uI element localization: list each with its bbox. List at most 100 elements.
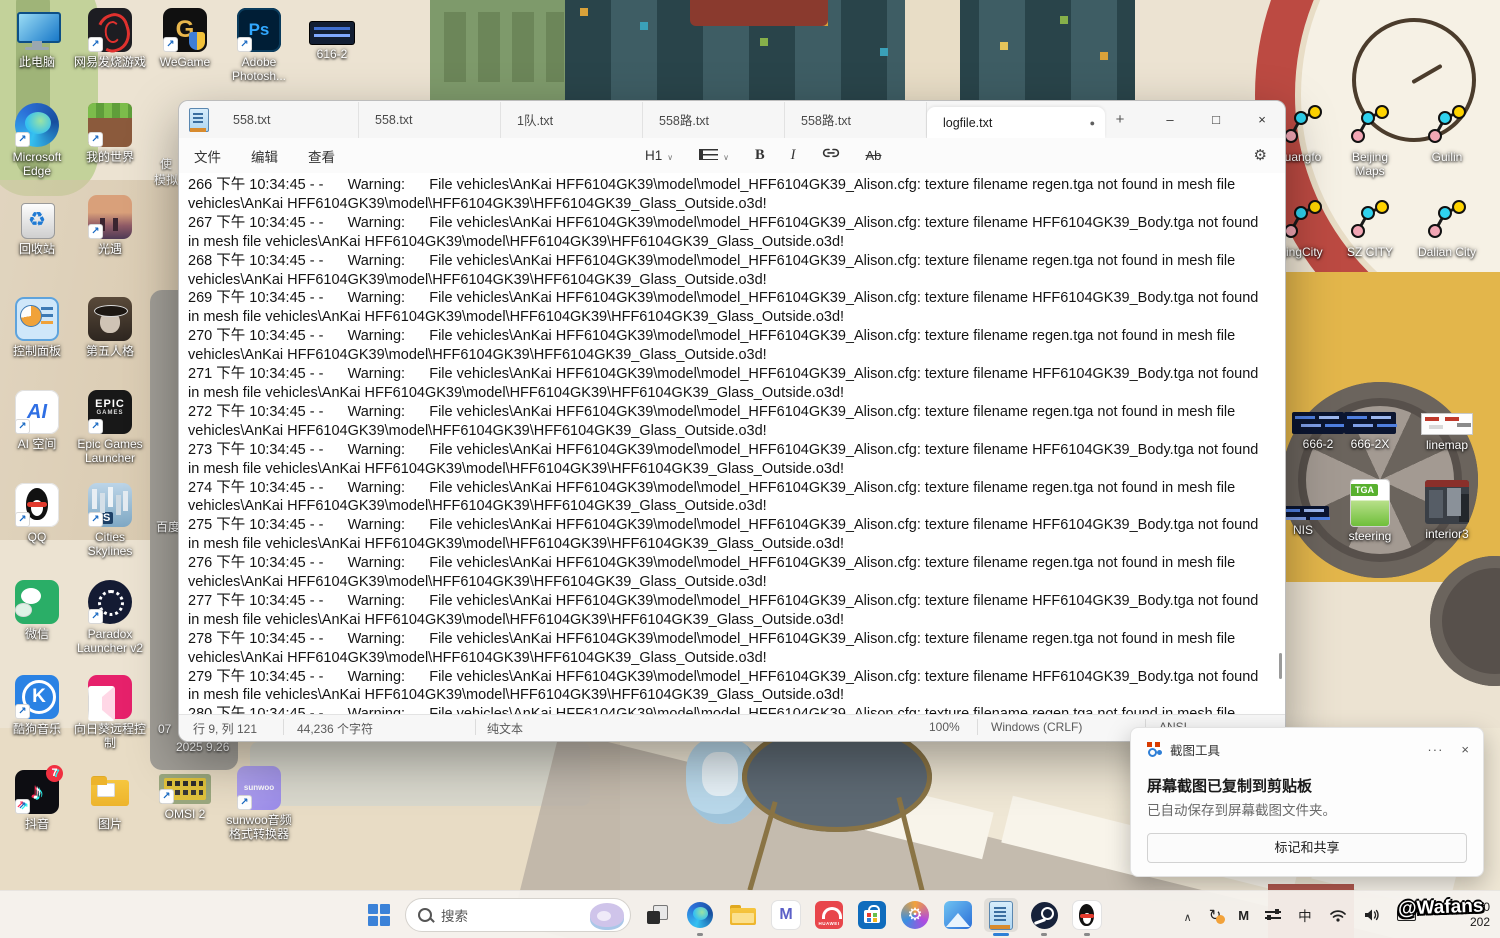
taskbar-edge[interactable] — [683, 898, 717, 932]
start-button[interactable] — [362, 898, 396, 932]
wallpaper-shelf — [430, 0, 580, 100]
taskbar-m-app[interactable]: M — [769, 898, 803, 932]
wallpaper-panel — [250, 742, 590, 806]
desktop-icon-interior3[interactable]: interior3 — [1412, 480, 1482, 541]
desktop-icon-netease-games[interactable]: 网易发烧游戏 — [73, 8, 147, 69]
desktop-icon-identity-v[interactable]: 第五人格 — [73, 297, 147, 358]
desktop: 此电脑 网易发烧游戏 G WeGame Ps AdobePhotosh... 6… — [0, 0, 1500, 938]
chevron-down-icon: ∨ — [723, 153, 729, 162]
log-entry: 279 下午 10:34:45 - - Warning: File vehicl… — [188, 668, 1273, 706]
link-button[interactable] — [822, 146, 840, 165]
taskbar-qq[interactable] — [1070, 898, 1104, 932]
menu-view[interactable]: 查看 — [293, 146, 350, 166]
recycle-bin-icon: ♻ — [15, 195, 59, 239]
bold-button[interactable]: B — [755, 147, 765, 164]
task-view-button[interactable] — [640, 898, 674, 932]
search-box[interactable]: 搜索 — [405, 898, 631, 932]
menu-file[interactable]: 文件 — [179, 146, 236, 166]
sky-game-icon — [88, 195, 132, 239]
maximize-button[interactable]: □ — [1193, 101, 1239, 138]
desktop-icon-guilin[interactable]: Guilin — [1412, 103, 1482, 164]
desktop-icon-douyin[interactable]: ♪7 抖音 — [0, 770, 74, 831]
task-view-icon — [647, 905, 667, 925]
gear-icon: ⚙ — [901, 901, 929, 929]
heading-dropdown[interactable]: H1∨ — [645, 148, 673, 163]
store-bag-icon — [858, 901, 886, 929]
desktop-icon-kugou[interactable]: 酷狗音乐 — [0, 675, 74, 736]
log-text[interactable]: 266 下午 10:34:45 - - Warning: File vehicl… — [179, 173, 1285, 714]
snipping-tool-toast[interactable]: 截图工具 ··· × 屏幕截图已复制到剪贴板 已自动保存到屏幕截图文件夹。 标记… — [1130, 727, 1484, 877]
scrollbar-thumb[interactable] — [1279, 653, 1282, 679]
desktop-icon-ai-space[interactable]: AI AI 空间 — [0, 390, 74, 451]
huawei-icon: HUAWEI — [815, 901, 843, 929]
status-eol[interactable]: Windows (CRLF) — [991, 720, 1082, 734]
desktop-icon-pictures[interactable]: 图片 — [73, 770, 147, 831]
taskbar-notepad-active[interactable] — [984, 898, 1018, 932]
close-button[interactable]: × — [1239, 101, 1285, 138]
desktop-icon-this-pc[interactable]: 此电脑 — [0, 8, 74, 69]
tab-558-2[interactable]: 558.txt — [359, 102, 501, 138]
taskbar-ms-store[interactable] — [855, 898, 889, 932]
tray-sliders-icon[interactable] — [1265, 909, 1281, 921]
new-tab-button[interactable]: + — [1105, 111, 1135, 128]
desktop-icon-minecraft[interactable]: 我的世界 — [73, 103, 147, 164]
desktop-icon-linemap[interactable]: linemap — [1412, 398, 1482, 452]
desktop-icon-cities-skylines[interactable]: CS CitiesSkylines — [73, 483, 147, 558]
tab-1dui[interactable]: 1队.txt — [501, 102, 643, 138]
desktop-icon-paradox[interactable]: ParadoxLauncher v2 — [73, 580, 147, 655]
tab-logfile-active[interactable]: logfile.txt ● — [927, 107, 1105, 138]
desktop-icon-steering[interactable]: TGA steering — [1335, 480, 1405, 543]
tray-chevron-up-icon[interactable]: ∧ — [1184, 911, 1192, 924]
desktop-icon-omsi2[interactable]: OMSI 2 — [148, 766, 222, 821]
desktop-icon-wegame[interactable]: G WeGame — [148, 8, 222, 69]
log-entry: 274 下午 10:34:45 - - Warning: File vehicl… — [188, 479, 1273, 517]
desktop-icon-control-panel[interactable]: 控制面板 — [0, 297, 74, 358]
identity-v-icon — [88, 297, 132, 341]
desktop-icon-photoshop[interactable]: Ps AdobePhotosh... — [222, 8, 296, 83]
partial-icon-label: 百度 — [156, 518, 180, 535]
desktop-icon-616-2[interactable]: 616-2 — [295, 8, 369, 61]
desktop-icon-edge[interactable]: MicrosoftEdge — [0, 103, 74, 178]
tab-558lu[interactable]: 558路.txt — [643, 102, 785, 138]
desktop-icon-epic[interactable]: EPICGAMES Epic GamesLauncher — [73, 390, 147, 465]
partial-icon-label: 07 — [158, 722, 171, 736]
photoshop-icon: Ps — [237, 8, 281, 52]
tray-sync-icon[interactable]: ↻ — [1209, 906, 1222, 924]
tga-file-icon: TGA — [1351, 480, 1389, 526]
speaker-icon[interactable] — [1364, 908, 1380, 922]
italic-button[interactable]: I — [791, 147, 796, 164]
menu-edit[interactable]: 编辑 — [236, 146, 293, 166]
taskbar-steam[interactable] — [1027, 898, 1061, 932]
taskbar-gear-app[interactable]: ⚙ — [898, 898, 932, 932]
desktop-icon-wechat[interactable]: 微信 — [0, 580, 74, 641]
desktop-icon-sunlogin[interactable]: 向日葵远程控制 — [73, 675, 147, 750]
taskbar-huawei-app[interactable]: HUAWEI — [812, 898, 846, 932]
status-zoom[interactable]: 100% — [929, 720, 960, 734]
desktop-icon-recycle-bin[interactable]: ♻ 回收站 — [0, 195, 74, 256]
taskbar-photos[interactable] — [941, 898, 975, 932]
desktop-icon-qq[interactable]: QQ — [0, 483, 74, 544]
taskbar-explorer[interactable] — [726, 898, 760, 932]
window-controls: – □ × — [1147, 101, 1285, 138]
desktop-icon-sunwoo[interactable]: sunwoo sunwoo音频格式转换器 — [222, 766, 296, 841]
desktop-icon-beijing-maps[interactable]: BeijingMaps — [1335, 103, 1405, 178]
clear-format-button[interactable]: Ab — [866, 148, 882, 163]
wifi-icon[interactable] — [1329, 908, 1347, 922]
markup-share-button[interactable]: 标记和共享 — [1147, 833, 1467, 863]
tab-558[interactable]: 558.txt — [217, 102, 359, 138]
toast-close-icon[interactable]: × — [1461, 742, 1469, 757]
partial-icon-label: 使 — [160, 155, 172, 172]
desktop-icon-sz-city[interactable]: SZ CITY — [1335, 198, 1405, 259]
desktop-icon-666-2x[interactable]: 666-2X — [1335, 398, 1405, 451]
desktop-icon-sky[interactable]: 光遇 — [73, 195, 147, 256]
ime-indicator[interactable]: 中 — [1298, 905, 1312, 925]
settings-gear-icon[interactable]: ⚙ — [1254, 146, 1267, 164]
tab-558lu-2[interactable]: 558路.txt — [785, 102, 927, 138]
toast-more-button[interactable]: ··· — [1427, 742, 1443, 757]
tray-m-icon[interactable]: M — [1238, 908, 1248, 923]
desktop-icon-dalian-city[interactable]: Dalian City — [1412, 198, 1482, 259]
list-dropdown[interactable]: ∨ — [699, 147, 729, 165]
minimize-button[interactable]: – — [1147, 101, 1193, 138]
log-entry: 277 下午 10:34:45 - - Warning: File vehicl… — [188, 592, 1273, 630]
notepad-icon — [989, 901, 1013, 930]
